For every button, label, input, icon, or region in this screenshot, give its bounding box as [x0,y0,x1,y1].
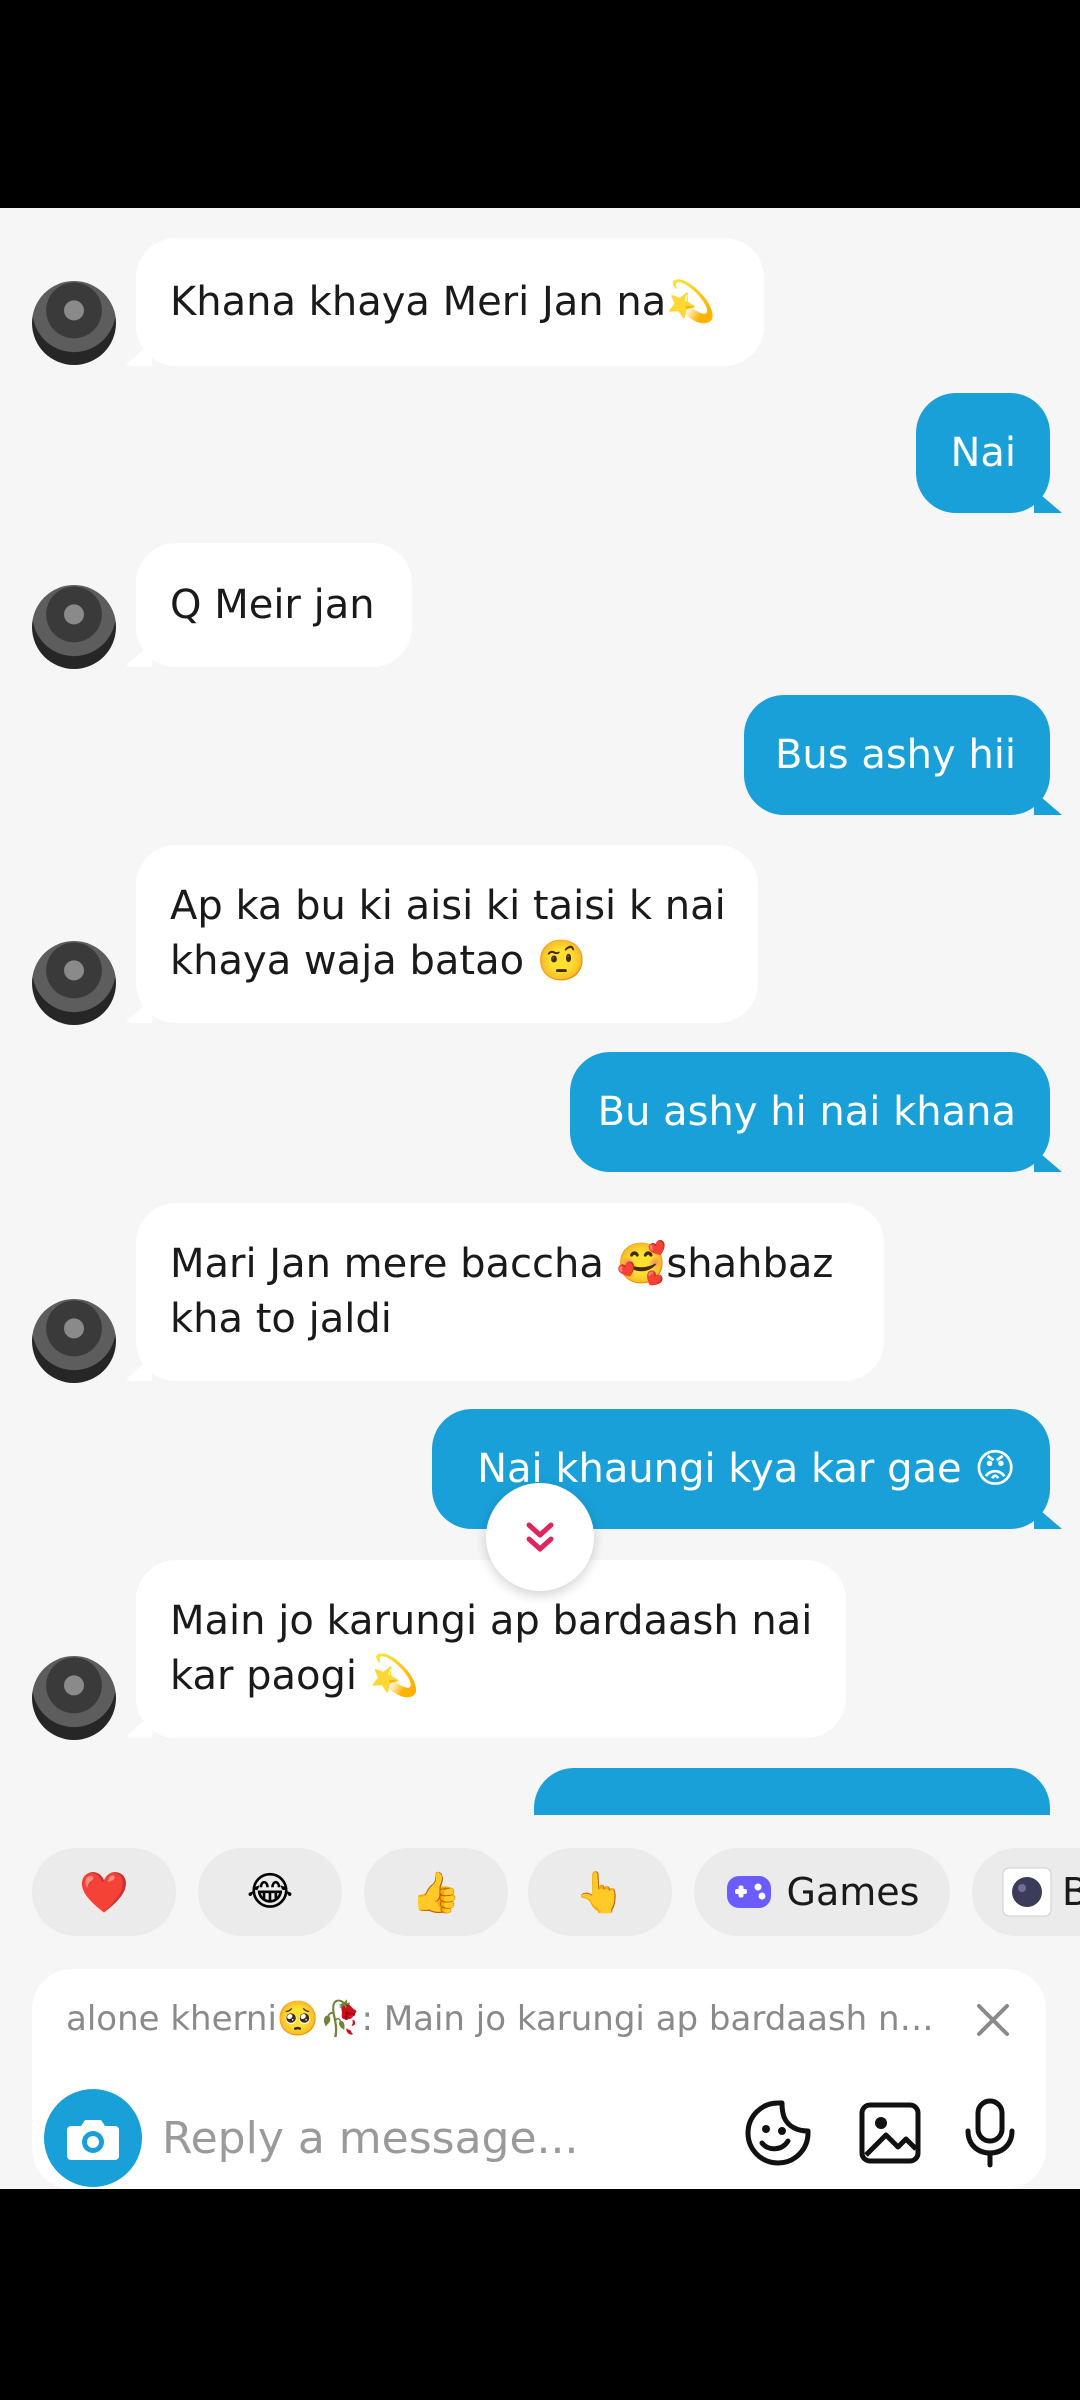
sticker-icon[interactable] [742,2097,814,2169]
message-text: Khana khaya Meri Jan na💫 [170,278,717,325]
camera-icon [67,2120,119,2160]
camera-button[interactable] [44,2089,142,2187]
avatar[interactable] [32,281,116,365]
incoming-message-bubble[interactable]: Ap ka bu ki aisi ki taisi k nai khaya wa… [136,845,758,1023]
message-text: Nai [950,429,1016,476]
quick-reply-thumbs-up[interactable]: 👍 [364,1848,508,1936]
image-icon[interactable] [854,2097,926,2169]
message-text-line-1: Main jo karungi ap bardaash nai [170,1598,813,1644]
avatar[interactable] [32,585,116,669]
avatar[interactable] [32,1299,116,1383]
message-text-line-1: Mari Jan mere baccha 🥰shahbaz [170,1241,834,1287]
close-icon[interactable] [972,1999,1014,2041]
quick-reply-heart[interactable]: ❤️ [32,1848,176,1936]
outgoing-message-bubble[interactable] [534,1768,1050,1815]
laughing-face-icon: 😂 [246,1869,294,1915]
incoming-message-bubble[interactable]: Khana khaya Meri Jan na💫 [136,238,764,366]
chip-label: B [1062,1870,1080,1914]
quick-reply-laugh[interactable]: 😂 [198,1848,342,1936]
games-button[interactable]: Games [694,1848,950,1936]
gamepad-icon [726,1876,771,1908]
navigation-bar [0,2189,1080,2400]
message-text: Q Meir jan [170,581,375,628]
quick-reply-point-up[interactable]: 👆 [528,1848,672,1936]
message-text-line-2: kar paogi 💫 [170,1653,420,1699]
outgoing-message-bubble[interactable]: Bus ashy hii [744,695,1050,815]
status-bar [0,0,1080,208]
outgoing-message-bubble[interactable]: Nai [916,393,1050,513]
double-chevron-down-icon [526,1522,554,1552]
avatar[interactable] [32,1656,116,1740]
point-up-icon: 👆 [575,1869,625,1916]
quick-reply-bar: ❤️ 😂 👍 👆 Games B [0,1815,1080,1967]
heart-icon: ❤️ [79,1869,129,1916]
microphone-icon[interactable] [954,2097,1026,2169]
reply-input[interactable] [160,2097,724,2179]
message-text-line-1: Ap ka bu ki aisi ki taisi k nai [170,883,726,929]
avatar[interactable] [32,941,116,1025]
reply-card: alone kherni🥺🥀: Main jo karungi ap barda… [32,1969,1046,2189]
games-label: Games [786,1870,920,1914]
incoming-message-bubble[interactable]: Q Meir jan [136,543,412,667]
incoming-message-bubble[interactable]: Mari Jan mere baccha 🥰shahbaz kha to jal… [136,1203,884,1381]
message-text: Bu ashy hi nai khana [597,1088,1016,1135]
app-icon [1002,1867,1052,1917]
outgoing-message-bubble[interactable]: Bu ashy hi nai khana [570,1052,1050,1172]
scroll-to-bottom-button[interactable] [486,1483,594,1591]
quick-reply-more[interactable]: B [972,1848,1080,1936]
message-text: Bus ashy hii [774,731,1016,778]
thumbs-up-icon: 👍 [411,1869,461,1916]
incoming-message-bubble[interactable]: Main jo karungi ap bardaash nai kar paog… [136,1560,846,1738]
quoted-message-preview: alone kherni🥺🥀: Main jo karungi ap barda… [66,1999,946,2039]
message-text-line-2: khaya waja batao 🤨 [170,938,587,984]
message-text-line-2: kha to jaldi [170,1296,392,1342]
composer: alone kherni🥺🥀: Main jo karungi ap barda… [0,1967,1080,2189]
